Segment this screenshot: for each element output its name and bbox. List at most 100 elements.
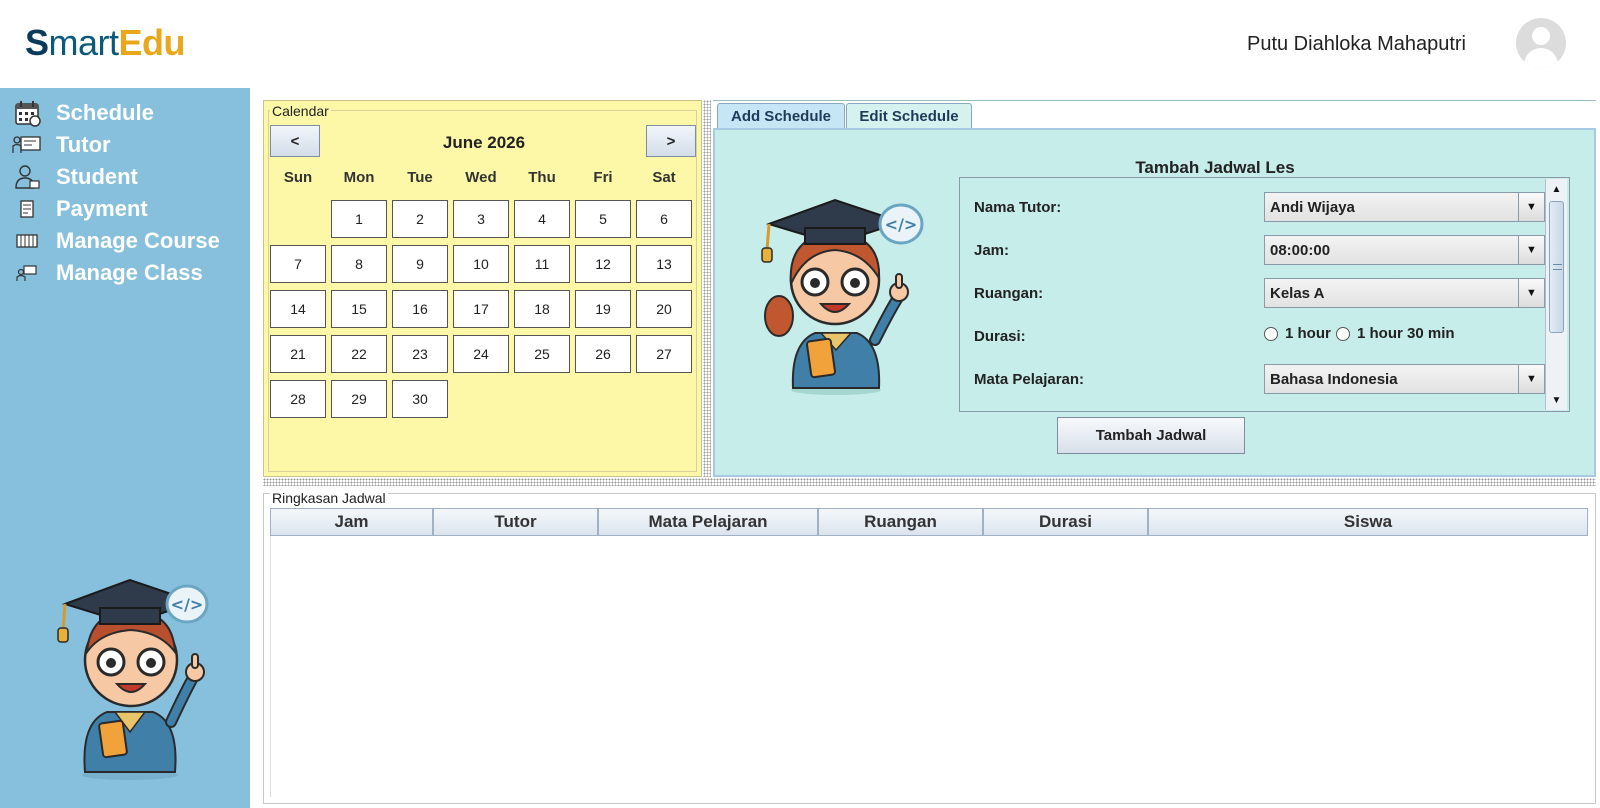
scroll-up-icon[interactable]: ▲: [1546, 179, 1567, 199]
calendar-day[interactable]: 1: [331, 200, 387, 238]
calendar-day[interactable]: 19: [575, 290, 631, 328]
calendar-day[interactable]: 12: [575, 245, 631, 283]
sidebar-item-label: Manage Course: [56, 228, 220, 253]
tab-add-schedule[interactable]: Add Schedule: [717, 103, 845, 129]
chevron-down-icon: ▼: [1518, 279, 1544, 307]
calendar-day[interactable]: 13: [636, 245, 692, 283]
weekday-header: Thu: [528, 169, 556, 186]
next-month-button[interactable]: >: [646, 125, 696, 157]
sidebar-item-student[interactable]: Student: [12, 162, 138, 192]
sidebar-item-label: Payment: [56, 196, 148, 221]
weekday-header: Mon: [343, 169, 375, 186]
scroll-down-icon[interactable]: ▼: [1546, 390, 1567, 410]
weekday-header: Sun: [283, 169, 313, 186]
calendar-day[interactable]: 23: [392, 335, 448, 373]
tutor-select[interactable]: Andi Wijaya ▼: [1264, 192, 1545, 222]
vertical-splitter[interactable]: [703, 100, 711, 477]
mapel-select[interactable]: Bahasa Indonesia ▼: [1264, 364, 1545, 394]
column-header-durasi[interactable]: Durasi: [983, 508, 1148, 536]
sidebar-item-schedule[interactable]: Schedule: [12, 98, 154, 128]
class-icon: [12, 258, 42, 288]
sidebar-item-label: Schedule: [56, 100, 154, 125]
avatar[interactable]: [1516, 18, 1566, 68]
column-header-siswa[interactable]: Siswa: [1148, 508, 1588, 536]
calendar-day[interactable]: 18: [514, 290, 570, 328]
jam-label: Jam:: [974, 242, 1010, 259]
horizontal-splitter[interactable]: [263, 478, 1596, 486]
calendar-day[interactable]: 5: [575, 200, 631, 238]
weekday-header: Fri: [593, 169, 613, 186]
calendar-day[interactable]: 17: [453, 290, 509, 328]
column-header-tutor[interactable]: Tutor: [433, 508, 598, 536]
sidebar-item-label: Student: [56, 164, 138, 189]
durasi-1-hour-30-min-radio[interactable]: 1 hour 30 min: [1336, 325, 1455, 342]
calendar-day[interactable]: 9: [392, 245, 448, 283]
calendar-day[interactable]: 27: [636, 335, 692, 373]
calendar-icon: [12, 98, 42, 128]
form-title: Tambah Jadwal Les: [1135, 158, 1295, 177]
summary-table-body[interactable]: [270, 536, 1588, 797]
jam-select[interactable]: 08:00:00 ▼: [1264, 235, 1545, 265]
calendar-day[interactable]: 11: [514, 245, 570, 283]
girl-mascot-illustration: </>: [761, 198, 924, 395]
ruangan-label: Ruangan:: [974, 285, 1044, 302]
durasi-1-hour-radio[interactable]: 1 hour: [1264, 325, 1331, 342]
calendar-day[interactable]: 4: [514, 200, 570, 238]
column-header-mata-pelajaran[interactable]: Mata Pelajaran: [598, 508, 818, 536]
schedule-tabs: Add Schedule Edit Schedule </> Tambah Ja…: [713, 100, 1596, 477]
student-mascot-illustration: </>: [57, 578, 209, 780]
student-icon: [12, 162, 42, 192]
svg-text:</>: </>: [885, 215, 918, 234]
sidebar-item-tutor[interactable]: Tutor: [12, 130, 111, 160]
calendar-day[interactable]: 28: [270, 380, 326, 418]
calendar-day[interactable]: 26: [575, 335, 631, 373]
app-logo: SmartEdu: [25, 22, 186, 63]
calendar-day[interactable]: 8: [331, 245, 387, 283]
chevron-down-icon: ▼: [1518, 193, 1544, 221]
calendar-day[interactable]: 14: [270, 290, 326, 328]
calendar-day[interactable]: 3: [453, 200, 509, 238]
column-header-ruangan[interactable]: Ruangan: [818, 508, 983, 536]
calendar-day[interactable]: 2: [392, 200, 448, 238]
weekday-header: Sat: [652, 169, 676, 186]
sidebar: Schedule Tutor Student Payment Manage Co…: [0, 88, 250, 808]
tutor-icon: [12, 130, 42, 160]
month-title: June 2026: [442, 133, 526, 152]
add-schedule-panel: </> Tambah Jadwal Les Nama Tutor: Andi W…: [713, 128, 1596, 477]
calendar-day[interactable]: 16: [392, 290, 448, 328]
svg-text:</>: </>: [171, 595, 204, 614]
form-scrollbar[interactable]: ▲ ▼: [1545, 179, 1567, 410]
calendar-day[interactable]: 6: [636, 200, 692, 238]
scroll-thumb[interactable]: [1549, 201, 1564, 333]
schedule-summary-panel: Ringkasan Jadwal Jam Tutor Mata Pelajara…: [263, 490, 1596, 804]
calendar-day[interactable]: 21: [270, 335, 326, 373]
sidebar-item-manage-class[interactable]: Manage Class: [12, 258, 203, 288]
calendar-day[interactable]: 20: [636, 290, 692, 328]
calendar-legend: Calendar: [270, 103, 331, 119]
summary-legend: Ringkasan Jadwal: [270, 490, 388, 506]
summary-table-header: Jam Tutor Mata Pelajaran Ruangan Durasi …: [270, 508, 1588, 536]
calendar-day[interactable]: 24: [453, 335, 509, 373]
tambah-jadwal-button[interactable]: Tambah Jadwal: [1057, 417, 1245, 454]
weekday-header: Tue: [407, 169, 433, 186]
app-header: SmartEdu Putu Diahloka Mahaputri: [0, 0, 1600, 88]
sidebar-item-label: Manage Class: [56, 260, 203, 285]
user-name: Putu Diahloka Mahaputri: [1246, 33, 1466, 55]
calendar-day[interactable]: 15: [331, 290, 387, 328]
calendar-day[interactable]: 10: [453, 245, 509, 283]
calendar-day[interactable]: 22: [331, 335, 387, 373]
calendar-day[interactable]: 30: [392, 380, 448, 418]
ruangan-select[interactable]: Kelas A ▼: [1264, 278, 1545, 308]
calendar-day[interactable]: 29: [331, 380, 387, 418]
tab-edit-schedule[interactable]: Edit Schedule: [846, 103, 972, 129]
prev-month-button[interactable]: <: [270, 125, 320, 157]
calendar-day[interactable]: 7: [270, 245, 326, 283]
column-header-jam[interactable]: Jam: [270, 508, 433, 536]
course-icon: [12, 226, 42, 256]
sidebar-item-payment[interactable]: Payment: [12, 194, 148, 224]
calendar-day[interactable]: 25: [514, 335, 570, 373]
sidebar-item-manage-course[interactable]: Manage Course: [12, 226, 220, 256]
calendar-panel: Calendar < June 2026 > Sun Mon Tue Wed Thu Fr…: [263, 100, 702, 477]
weekday-header: Wed: [465, 169, 497, 186]
schedule-form: Nama Tutor: Andi Wijaya ▼ Jam: 08:00:00 …: [959, 177, 1570, 412]
